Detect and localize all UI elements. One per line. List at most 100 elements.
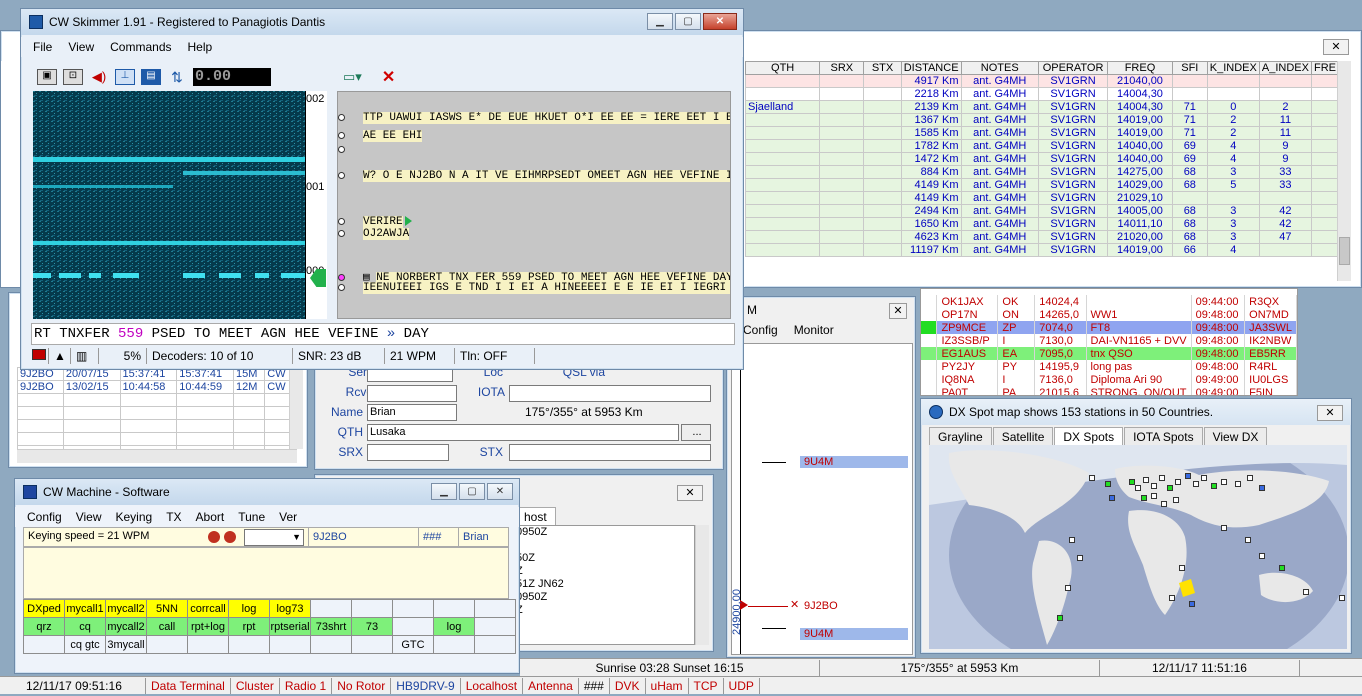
macro-button[interactable]: rptserial xyxy=(269,617,311,636)
macro-button[interactable]: log xyxy=(228,599,270,618)
qth-more-button[interactable]: ... xyxy=(681,424,711,441)
decode-dot-icon[interactable] xyxy=(338,283,345,291)
decode-dot-icon[interactable] xyxy=(338,145,345,153)
macro-button[interactable] xyxy=(310,599,352,618)
cw-menu-tx[interactable]: TX xyxy=(166,507,181,527)
name-field[interactable]: Brian xyxy=(367,404,457,421)
radio-icon[interactable]: ▣ xyxy=(37,69,57,85)
spot-marker[interactable] xyxy=(1179,565,1185,571)
macro-button[interactable]: 3mycall xyxy=(105,635,147,654)
tab-grayline[interactable]: Grayline xyxy=(929,427,992,446)
cw-menu-ver[interactable]: Ver xyxy=(279,507,297,527)
spot-marker[interactable] xyxy=(1173,497,1179,503)
srx-field[interactable] xyxy=(367,444,449,461)
col-srx[interactable]: SRX xyxy=(819,61,865,75)
table-row[interactable]: 1472 Km ant. G4MH SV1GRN 14040,00 69 4 9 xyxy=(744,152,1340,166)
macro-button[interactable] xyxy=(392,599,434,618)
cw-close-button[interactable]: ✕ xyxy=(487,483,513,500)
macro-button[interactable] xyxy=(433,599,475,618)
spot-row[interactable]: PY2JY PY 14195,9 long pas 09:48:00 R4RL xyxy=(921,360,1297,373)
col-freq[interactable]: FREQ xyxy=(1107,61,1173,75)
spot-marker[interactable] xyxy=(1201,475,1207,481)
macro-button[interactable] xyxy=(146,635,188,654)
clear-icon[interactable]: ✕ xyxy=(372,67,395,87)
decode-dot-icon[interactable] xyxy=(338,171,345,179)
receiver-icon[interactable]: ⊡ xyxy=(63,69,83,85)
menu-help[interactable]: Help xyxy=(188,37,213,57)
cw-menu-tune[interactable]: Tune xyxy=(238,507,265,527)
stop-icon-2[interactable] xyxy=(224,531,236,543)
table-row[interactable]: 1650 Km ant. G4MH SV1GRN 14011,10 68 3 42 xyxy=(744,217,1340,231)
col-a-index[interactable]: A_INDEX xyxy=(1258,61,1312,75)
spot-marker[interactable] xyxy=(1339,595,1345,601)
bandmap-spot-3[interactable]: 9U4M xyxy=(800,628,908,640)
macro-button[interactable] xyxy=(474,635,516,654)
spot-row[interactable]: EG1AUS EA 7095,0 tnx QSO 09:48:00 EB5RR xyxy=(921,347,1297,360)
menu-commands[interactable]: Commands xyxy=(110,37,171,57)
macro-button[interactable]: rpt xyxy=(228,617,270,636)
world-map[interactable] xyxy=(929,425,1349,653)
menu-monitor[interactable]: Monitor xyxy=(794,323,834,337)
status-uham[interactable]: uHam xyxy=(646,677,689,694)
download-icon[interactable]: ⊥ xyxy=(115,69,135,85)
macro-button[interactable]: log xyxy=(433,617,475,636)
spot-marker[interactable] xyxy=(1135,485,1141,491)
rcvd-field[interactable] xyxy=(367,385,457,402)
macro-button[interactable]: qrz xyxy=(23,617,65,636)
status-tcp[interactable]: TCP xyxy=(689,677,724,694)
status-udp[interactable]: UDP xyxy=(724,677,760,694)
decode-line[interactable]: VERIRE xyxy=(338,216,730,228)
status-hb9drv-9[interactable]: HB9DRV-9 xyxy=(391,677,461,694)
table-row[interactable] xyxy=(17,432,293,446)
spot-marker[interactable] xyxy=(1069,537,1075,543)
macro-button[interactable]: cq gtc xyxy=(64,635,106,654)
save-icon[interactable]: ▤ xyxy=(141,69,161,85)
log-scrollbar[interactable] xyxy=(1337,61,1351,281)
macro-button[interactable]: rpt+log xyxy=(187,617,229,636)
stop-icon-1[interactable] xyxy=(208,531,220,543)
spot-marker[interactable] xyxy=(1189,601,1195,607)
cw-maximize-button[interactable]: ▢ xyxy=(459,483,485,500)
table-row[interactable]: 4149 Km ant. G4MH SV1GRN 14029,00 68 5 33 xyxy=(744,178,1340,192)
decode-dot-icon[interactable] xyxy=(338,131,345,139)
spot-marker[interactable] xyxy=(1151,493,1157,499)
col-fre[interactable]: FRE xyxy=(1310,61,1340,75)
maximize-button[interactable]: ▢ xyxy=(675,13,701,30)
spot-marker[interactable] xyxy=(1143,477,1149,483)
cw-menu-keying[interactable]: Keying xyxy=(115,507,152,527)
decode-marker-icon[interactable] xyxy=(404,216,412,227)
status-data-terminal[interactable]: Data Terminal xyxy=(146,677,231,694)
macro-button[interactable] xyxy=(228,635,270,654)
macro-button[interactable] xyxy=(474,599,516,618)
log-close-button[interactable]: ✕ xyxy=(1323,39,1349,55)
macro-button[interactable]: DXped xyxy=(23,599,65,618)
spot-marker[interactable] xyxy=(1185,473,1191,479)
spot-marker[interactable] xyxy=(1151,483,1157,489)
macro-button[interactable]: 73shrt xyxy=(310,617,352,636)
spot-marker[interactable] xyxy=(1109,495,1115,501)
iota-field[interactable] xyxy=(509,385,711,402)
status-localhost[interactable]: Localhost xyxy=(461,677,524,694)
menu-view[interactable]: View xyxy=(68,37,94,57)
decode-dot-icon[interactable] xyxy=(338,273,345,281)
tab-host[interactable]: host xyxy=(515,507,556,526)
tab-dx-spots[interactable]: DX Spots xyxy=(1054,427,1124,446)
decode-line[interactable] xyxy=(338,144,730,156)
decode-dot-icon[interactable] xyxy=(338,229,345,237)
tab-satellite[interactable]: Satellite xyxy=(992,427,1054,446)
cw-minimize-button[interactable]: ▁ xyxy=(431,483,457,500)
macro-button[interactable]: 5NN xyxy=(146,599,188,618)
table-row[interactable]: 4623 Km ant. G4MH SV1GRN 21020,00 68 3 47 xyxy=(744,230,1340,244)
spot-marker[interactable] xyxy=(1089,475,1095,481)
close-button[interactable]: ✕ xyxy=(703,13,737,30)
minimize-button[interactable]: ▁ xyxy=(647,13,673,30)
menu-config[interactable]: Config xyxy=(743,323,778,337)
cluster-close-button[interactable]: ✕ xyxy=(677,485,703,501)
spot-marker[interactable] xyxy=(1259,485,1265,491)
table-row[interactable]: 2494 Km ant. G4MH SV1GRN 14005,00 68 3 42 xyxy=(744,204,1340,218)
status-no-rotor[interactable]: No Rotor xyxy=(332,677,392,694)
macro-select[interactable]: ▼ xyxy=(244,529,304,546)
col-qth[interactable]: QTH xyxy=(744,61,821,75)
table-row[interactable]: 9J2BO 13/02/15 10:44:58 10:44:59 12M CW xyxy=(17,380,293,394)
spot-marker[interactable] xyxy=(1169,595,1175,601)
